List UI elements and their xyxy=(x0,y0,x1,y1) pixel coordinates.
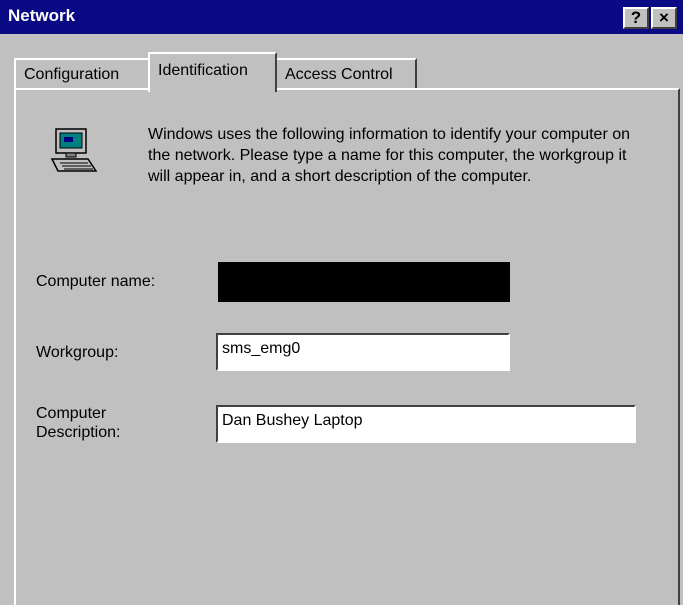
computer-name-field[interactable] xyxy=(218,262,510,302)
computer-description-field[interactable]: Dan Bushey Laptop xyxy=(216,405,636,443)
title-bar[interactable]: Network ? × xyxy=(0,0,683,34)
identification-description: Windows uses the following information t… xyxy=(148,126,631,185)
network-dialog: Network ? × Configuration Identification… xyxy=(0,0,683,605)
computer-icon xyxy=(48,127,100,177)
workgroup-field[interactable]: sms_emg0 xyxy=(216,333,510,371)
workgroup-label: Workgroup: xyxy=(36,344,119,361)
computer-name-label: Computer name: xyxy=(36,273,156,290)
tab-configuration[interactable]: Configuration xyxy=(14,58,150,90)
tab-identification[interactable]: Identification xyxy=(148,52,277,92)
window-title: Network xyxy=(8,6,76,25)
close-button[interactable]: × xyxy=(651,7,677,29)
selected-tab-joint xyxy=(150,88,275,92)
help-button[interactable]: ? xyxy=(623,7,649,29)
tab-access-control[interactable]: Access Control xyxy=(275,58,417,90)
computer-description-label: Computer Description: xyxy=(36,405,121,441)
